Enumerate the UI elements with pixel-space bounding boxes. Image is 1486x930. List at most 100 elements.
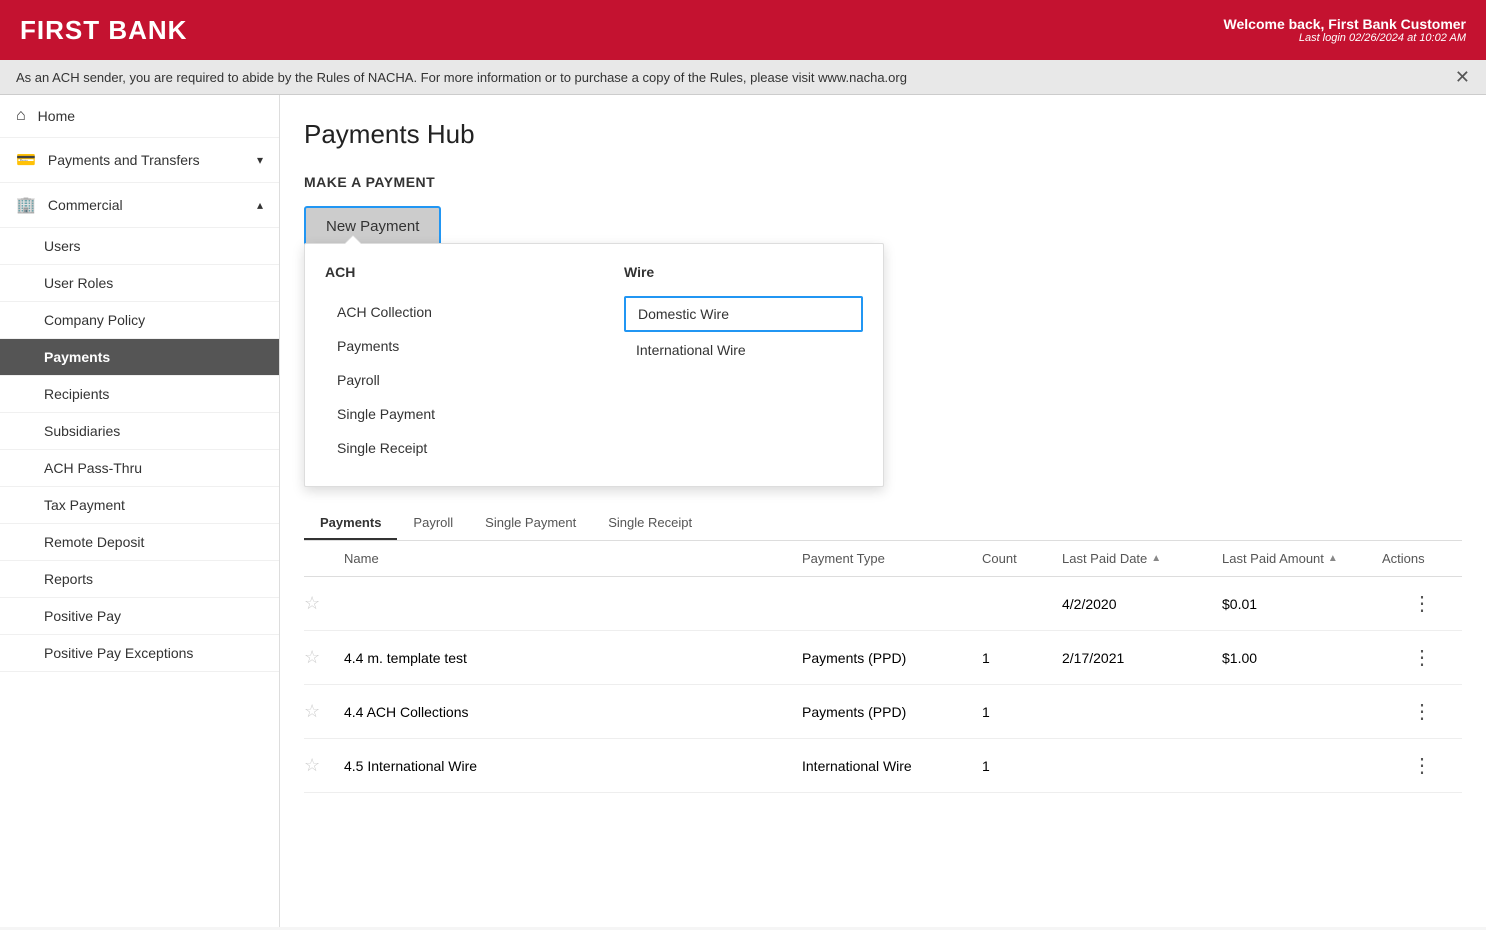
- dropdown-item-single-payment[interactable]: Single Payment: [325, 398, 564, 430]
- wire-column: Wire Domestic Wire International Wire: [624, 264, 863, 466]
- sidebar-item-payments-transfers[interactable]: 💳 Payments and Transfers ▾: [0, 138, 279, 183]
- dropdown-item-payroll[interactable]: Payroll: [325, 364, 564, 396]
- col-last-paid-amount[interactable]: Last Paid Amount ▲: [1222, 551, 1382, 566]
- app-layout: ⌂ Home 💳 Payments and Transfers ▾ 🏢 Comm…: [0, 95, 1486, 927]
- home-icon: ⌂: [16, 107, 26, 125]
- section-title: MAKE A PAYMENT: [304, 174, 1462, 190]
- sidebar-item-company-policy[interactable]: Company Policy: [0, 302, 279, 339]
- sidebar-label-home: Home: [38, 108, 75, 124]
- sidebar-item-positive-pay[interactable]: Positive Pay: [0, 598, 279, 635]
- page-title: Payments Hub: [304, 119, 1462, 150]
- sidebar-label-company-policy: Company Policy: [44, 312, 145, 328]
- sidebar-label-subsidiaries: Subsidiaries: [44, 423, 120, 439]
- favorite-icon[interactable]: ☆: [304, 593, 344, 614]
- col-last-paid-date[interactable]: Last Paid Date ▲: [1062, 551, 1222, 566]
- sidebar-label-user-roles: User Roles: [44, 275, 113, 291]
- row-type: International Wire: [802, 758, 982, 774]
- table-row: ☆ 4.4 ACH Collections Payments (PPD) 1 ⋮: [304, 685, 1462, 739]
- sidebar-item-ach-pass-thru[interactable]: ACH Pass-Thru: [0, 450, 279, 487]
- sidebar-item-home[interactable]: ⌂ Home: [0, 95, 279, 138]
- sidebar-label-commercial: Commercial: [48, 197, 123, 213]
- row-actions-button[interactable]: ⋮: [1382, 645, 1462, 670]
- row-name: 4.5 International Wire: [344, 758, 802, 774]
- credit-card-icon: 💳: [16, 150, 36, 170]
- row-last-paid-date: 2/17/2021: [1062, 650, 1222, 666]
- row-last-paid-amount: $1.00: [1222, 650, 1382, 666]
- user-info: Welcome back, First Bank Customer Last l…: [1224, 16, 1466, 44]
- bank-logo: FIRST BANK: [20, 15, 187, 46]
- sidebar-item-user-roles[interactable]: User Roles: [0, 265, 279, 302]
- sidebar-label-positive-pay: Positive Pay: [44, 608, 121, 624]
- tab-single-payment[interactable]: Single Payment: [469, 507, 592, 540]
- sidebar-label-recipients: Recipients: [44, 386, 109, 402]
- row-count: 1: [982, 650, 1062, 666]
- sidebar-item-recipients[interactable]: Recipients: [0, 376, 279, 413]
- sidebar-item-users[interactable]: Users: [0, 228, 279, 265]
- payment-type-dropdown: ACH ACH Collection Payments Payroll Sing…: [304, 243, 884, 487]
- row-type: Payments (PPD): [802, 704, 982, 720]
- row-actions-button[interactable]: ⋮: [1382, 699, 1462, 724]
- sidebar-item-positive-pay-exceptions[interactable]: Positive Pay Exceptions: [0, 635, 279, 672]
- table-row: ☆ 4/2/2020 $0.01 ⋮: [304, 577, 1462, 631]
- row-actions-button[interactable]: ⋮: [1382, 753, 1462, 778]
- row-last-paid-date: 4/2/2020: [1062, 596, 1222, 612]
- sidebar-item-subsidiaries[interactable]: Subsidiaries: [0, 413, 279, 450]
- sidebar: ⌂ Home 💳 Payments and Transfers ▾ 🏢 Comm…: [0, 95, 280, 927]
- chevron-down-icon: ▾: [257, 153, 263, 167]
- col-star: [304, 551, 344, 566]
- sidebar-item-payments[interactable]: Payments: [0, 339, 279, 376]
- app-header: FIRST BANK Welcome back, First Bank Cust…: [0, 0, 1486, 60]
- notice-text: As an ACH sender, you are required to ab…: [16, 70, 907, 85]
- sidebar-label-tax-payment: Tax Payment: [44, 497, 125, 513]
- row-name: 4.4 m. template test: [344, 650, 802, 666]
- sidebar-item-remote-deposit[interactable]: Remote Deposit: [0, 524, 279, 561]
- payments-table: Name Payment Type Count Last Paid Date ▲…: [304, 541, 1462, 793]
- sidebar-label-positive-pay-exceptions: Positive Pay Exceptions: [44, 645, 193, 661]
- notice-bar: As an ACH sender, you are required to ab…: [0, 60, 1486, 95]
- tab-payroll[interactable]: Payroll: [397, 507, 469, 540]
- dropdown-item-ach-collection[interactable]: ACH Collection: [325, 296, 564, 328]
- row-type: Payments (PPD): [802, 650, 982, 666]
- dropdown-item-domestic-wire[interactable]: Domestic Wire: [624, 296, 863, 332]
- sidebar-label-remote-deposit: Remote Deposit: [44, 534, 144, 550]
- sidebar-item-commercial[interactable]: 🏢 Commercial ▴: [0, 183, 279, 228]
- dropdown-item-single-receipt[interactable]: Single Receipt: [325, 432, 564, 464]
- welcome-message: Welcome back, First Bank Customer: [1224, 16, 1466, 32]
- dropdown-arrow: [345, 236, 361, 244]
- col-actions: Actions: [1382, 551, 1462, 566]
- sidebar-item-reports[interactable]: Reports: [0, 561, 279, 598]
- chevron-up-icon: ▴: [257, 198, 263, 212]
- dropdown-item-international-wire[interactable]: International Wire: [624, 334, 863, 366]
- table-row: ☆ 4.5 International Wire International W…: [304, 739, 1462, 793]
- tab-single-receipt[interactable]: Single Receipt: [592, 507, 708, 540]
- sort-icon-date: ▲: [1151, 553, 1161, 564]
- main-content: Payments Hub MAKE A PAYMENT New Payment …: [280, 95, 1486, 927]
- col-count: Count: [982, 551, 1062, 566]
- favorite-icon[interactable]: ☆: [304, 647, 344, 668]
- sidebar-label-payments-transfers: Payments and Transfers: [48, 152, 200, 168]
- sidebar-item-tax-payment[interactable]: Tax Payment: [0, 487, 279, 524]
- payment-tabs-section: Payments Payroll Single Payment Single R…: [304, 507, 1462, 541]
- sidebar-label-payments: Payments: [44, 349, 110, 365]
- last-login-text: Last login 02/26/2024 at 10:02 AM: [1224, 32, 1466, 44]
- row-count: 1: [982, 704, 1062, 720]
- tab-payments[interactable]: Payments: [304, 507, 397, 540]
- row-last-paid-amount: $0.01: [1222, 596, 1382, 612]
- table-header-row: Name Payment Type Count Last Paid Date ▲…: [304, 541, 1462, 577]
- ach-column: ACH ACH Collection Payments Payroll Sing…: [325, 264, 564, 466]
- payment-tabs: Payments Payroll Single Payment Single R…: [304, 507, 1462, 540]
- favorite-icon[interactable]: ☆: [304, 701, 344, 722]
- sidebar-label-reports: Reports: [44, 571, 93, 587]
- wire-column-header: Wire: [624, 264, 863, 284]
- building-icon: 🏢: [16, 195, 36, 215]
- table-row: ☆ 4.4 m. template test Payments (PPD) 1 …: [304, 631, 1462, 685]
- new-payment-button[interactable]: New Payment: [304, 206, 441, 247]
- ach-column-header: ACH: [325, 264, 564, 284]
- dropdown-columns: ACH ACH Collection Payments Payroll Sing…: [305, 244, 883, 486]
- row-actions-button[interactable]: ⋮: [1382, 591, 1462, 616]
- dropdown-item-payments[interactable]: Payments: [325, 330, 564, 362]
- notice-close-button[interactable]: ✕: [1455, 68, 1470, 86]
- sort-icon-amount: ▲: [1328, 553, 1338, 564]
- favorite-icon[interactable]: ☆: [304, 755, 344, 776]
- sidebar-label-users: Users: [44, 238, 81, 254]
